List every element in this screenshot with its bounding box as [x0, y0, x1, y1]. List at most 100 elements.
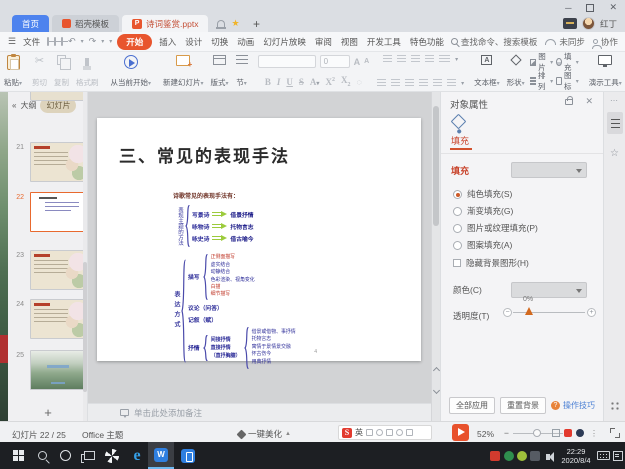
bell-icon[interactable]: [217, 20, 225, 27]
slide-title[interactable]: 三、常见的表现手法: [119, 142, 290, 167]
zoom-out-button[interactable]: −: [504, 428, 509, 438]
cortana-button[interactable]: [54, 442, 76, 469]
add-slide-button[interactable]: +: [8, 403, 88, 421]
transparency-plus-button[interactable]: +: [587, 308, 596, 317]
increase-indent-icon[interactable]: [425, 55, 434, 64]
align-left-icon[interactable]: [377, 79, 386, 88]
font-name-input[interactable]: [258, 55, 316, 68]
picture-button[interactable]: 图片▾: [530, 56, 554, 68]
canvas-scrollbar-thumb[interactable]: [433, 106, 439, 226]
pinned-app-pinwheel[interactable]: [100, 442, 124, 469]
new-tab-button[interactable]: +: [249, 15, 265, 32]
quickbar-more-icon[interactable]: ▾: [109, 38, 112, 45]
thumbnail-scrollbar[interactable]: [83, 92, 87, 421]
close-button[interactable]: ✕: [609, 2, 617, 13]
shape-button[interactable]: 形状▾: [505, 55, 527, 88]
ime-language-indicator[interactable]: 英: [355, 427, 363, 438]
line-spacing-icon[interactable]: [439, 55, 450, 64]
more-status-icon[interactable]: ⋮: [590, 429, 593, 437]
tab-outline[interactable]: 大纲: [20, 100, 36, 111]
reset-background-button[interactable]: 重置背景: [500, 397, 546, 414]
tray-icon-dark[interactable]: [529, 442, 541, 469]
transparency-slider-knob[interactable]: [525, 307, 533, 315]
fill-section-label[interactable]: 填充: [451, 164, 469, 177]
fill-tab[interactable]: 填充: [451, 134, 469, 147]
align-right-icon[interactable]: [405, 79, 414, 88]
thumbnail-slide-22-selected[interactable]: [30, 192, 86, 232]
tab-home[interactable]: 首页: [12, 15, 49, 32]
app-tray-icon[interactable]: [576, 429, 584, 437]
thumbnail-scrollbar-thumb[interactable]: [83, 262, 87, 392]
tray-icon-green[interactable]: [503, 442, 515, 469]
task-view-button[interactable]: [78, 442, 100, 469]
thumbnail-slide-25[interactable]: [30, 350, 86, 390]
ime-mic-icon[interactable]: [376, 429, 383, 436]
distribute-icon[interactable]: [433, 79, 442, 88]
thumbnail-slide-24[interactable]: [30, 299, 86, 339]
tab-docer-templates[interactable]: 稻壳模板: [52, 15, 119, 32]
radio-gradient-fill[interactable]: 渐变填充(G): [453, 205, 513, 217]
ribbon-tab-view[interactable]: 视图: [339, 36, 360, 48]
fill-button[interactable]: 填充▾: [556, 56, 579, 68]
ime-toolbar[interactable]: S 英: [338, 425, 432, 440]
bullets-icon[interactable]: [383, 55, 392, 64]
fill-style-dropdown[interactable]: [511, 162, 587, 178]
bold-button[interactable]: B: [265, 77, 271, 87]
tab-document[interactable]: P诗词鉴赏.pptx: [122, 15, 208, 32]
ribbon-tab-animation[interactable]: 动画: [235, 36, 256, 48]
start-button[interactable]: [6, 442, 30, 469]
italic-button[interactable]: I: [277, 77, 281, 87]
radio-picture-texture-fill[interactable]: 图片或纹理填充(P): [453, 222, 538, 234]
favorites-star-icon[interactable]: ☆: [610, 148, 619, 159]
theme-name[interactable]: Office 主题: [82, 429, 123, 441]
strip-more-icon[interactable]: ⋯: [610, 96, 619, 105]
ribbon-tab-design[interactable]: 设计: [183, 36, 204, 48]
ribbon-tab-slideshow[interactable]: 幻灯片放映: [261, 36, 308, 48]
highlight-icon[interactable]: ◌: [356, 77, 361, 87]
fullscreen-icon[interactable]: [610, 428, 620, 438]
canvas-scrollbar[interactable]: [431, 92, 440, 421]
editing-canvas[interactable]: 三、常见的表现手法 诗歌常见的表现手法有： 表现主题的方法 写景诗借景抒情 咏物…: [88, 92, 431, 421]
underline-button[interactable]: U: [286, 77, 293, 87]
ime-toolbox-icon[interactable]: [406, 429, 413, 436]
section-button[interactable]: 节▾: [234, 55, 250, 88]
maximize-button[interactable]: [586, 4, 594, 12]
pin-lock-icon[interactable]: [565, 99, 573, 105]
present-tools-button[interactable]: 演示工具▾: [587, 55, 624, 88]
sogou-tray-icon[interactable]: [564, 429, 572, 437]
apps-grid-icon[interactable]: [610, 401, 620, 411]
cut-button[interactable]: ✂剪切: [30, 55, 49, 88]
ribbon-tab-transition[interactable]: 切换: [209, 36, 230, 48]
action-center-button[interactable]: [611, 442, 625, 469]
transparency-slider[interactable]: [513, 312, 585, 313]
print-icon[interactable]: [54, 37, 56, 46]
slide-22-canvas[interactable]: 三、常见的表现手法 诗歌常见的表现手法有： 表现主题的方法 写景诗借景抒情 咏物…: [97, 118, 421, 361]
file-menu[interactable]: 文件: [21, 36, 42, 48]
play-from-current-button[interactable]: 从当前开始▾: [109, 55, 154, 88]
slideshow-play-button[interactable]: [452, 424, 469, 441]
format-painter-button[interactable]: 格式刷: [74, 55, 101, 88]
ribbon-tab-review[interactable]: 审阅: [313, 36, 334, 48]
redo-icon[interactable]: ↷: [89, 36, 97, 47]
command-search[interactable]: 查找命令、搜索模板: [451, 36, 538, 48]
taskbar-clock[interactable]: 22:292020/8/4: [556, 442, 596, 469]
print-preview-icon[interactable]: [61, 37, 63, 46]
thumbnail-slide-23[interactable]: [30, 250, 86, 290]
paste-button[interactable]: 粘贴▾: [4, 55, 22, 88]
save-icon[interactable]: [47, 37, 49, 46]
tray-icon-security[interactable]: [489, 442, 501, 469]
ribbon-tab-home[interactable]: 开始: [117, 34, 152, 50]
ime-skin-icon[interactable]: [396, 429, 403, 436]
member-badge-icon[interactable]: [563, 18, 577, 29]
collapse-pane-icon[interactable]: «: [12, 101, 16, 110]
beautify-button[interactable]: 一键美化▲: [238, 428, 291, 440]
previous-slide-button[interactable]: [433, 367, 440, 374]
sync-status-button[interactable]: 未同步: [545, 36, 585, 48]
collaborate-button[interactable]: 协作: [593, 36, 618, 48]
ribbon-tab-insert[interactable]: 插入: [157, 36, 178, 48]
ime-clipboard-icon[interactable]: [386, 429, 393, 436]
icon-gallery-button[interactable]: 图标▾: [556, 75, 579, 87]
font-size-input[interactable]: 0: [320, 55, 350, 68]
superscript-icon[interactable]: X2: [325, 77, 335, 87]
new-slide-button[interactable]: 新建幻灯片▾: [161, 55, 206, 88]
